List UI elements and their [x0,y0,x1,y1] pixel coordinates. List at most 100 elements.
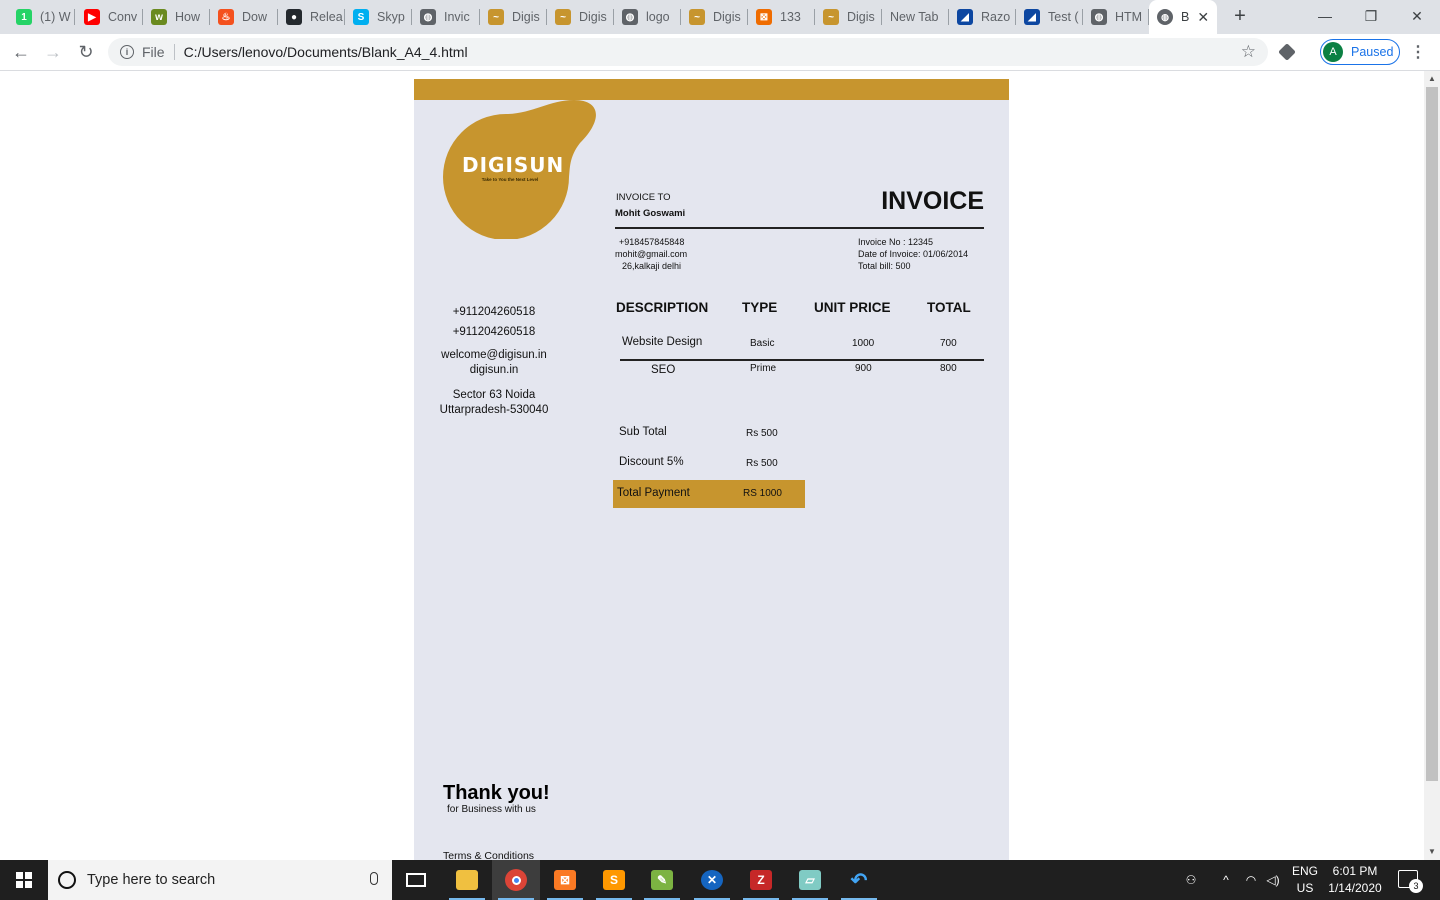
tab-title: logo [646,10,670,24]
taskbar-file-explorer[interactable] [443,860,491,900]
tab-10[interactable]: ~ Digis [681,0,748,34]
logo-tagline: Take to You the Next Level [481,177,539,182]
tab-separator [680,9,681,25]
tab-15[interactable]: ◢ Test ( [1016,0,1083,34]
total-payment-value: RS 1000 [743,488,782,499]
customer-phone: +918457845848 [619,237,685,247]
task-view-button[interactable] [392,860,440,900]
taskbar-notepad[interactable]: ✎ [638,860,686,900]
tab-11[interactable]: ⊠ 133 [748,0,815,34]
tab-title: Skyp [377,10,405,24]
taskbar-chrome[interactable] [492,860,540,900]
taskbar-search[interactable]: Type here to search [48,860,392,900]
language-indicator[interactable]: ENG US [1290,863,1320,897]
show-hidden-icons[interactable]: ^ [1216,860,1236,900]
tab-separator [814,9,815,25]
scroll-up-icon[interactable]: ▲ [1424,71,1440,87]
company-address-line2: Uttarpradesh-530040 [439,404,549,416]
taskbar-filezilla[interactable]: Z [737,860,785,900]
customer-name: Mohit Goswami [615,208,686,219]
vertical-scrollbar[interactable]: ▲ ▼ [1424,71,1440,860]
tab-3[interactable]: ♨ Dow [210,0,278,34]
tab-4[interactable]: ● Relea [278,0,345,34]
tab-separator [479,9,480,25]
tab-favicon-icon: ◍ [1091,9,1107,25]
profile-button[interactable]: A Paused [1320,39,1400,65]
microphone-icon[interactable] [370,872,378,885]
windows-taskbar: Type here to search ⊠ S ✎ ✕ Z ▱ ↶ ⚇ ^ ◠ … [0,860,1440,900]
tab-0[interactable]: 1 (1) W [8,0,75,34]
notification-count: 3 [1409,879,1423,893]
tab-separator [277,9,278,25]
taskbar-xampp[interactable]: ⊠ [541,860,589,900]
row1-total: 700 [940,338,957,349]
tab-13[interactable]: New Tab [882,0,949,34]
people-icon[interactable]: ⚇ [1178,860,1204,900]
tab-1[interactable]: ▶ Conv [76,0,143,34]
tab-12[interactable]: ~ Digis [815,0,882,34]
menu-icon[interactable]: ⋮ [1410,42,1426,62]
address-scheme: File [142,44,165,60]
scrollbar-thumb[interactable] [1426,87,1438,781]
invoice-date: Date of Invoice: 01/06/2014 [858,249,969,259]
tab-favicon-icon: ● [286,9,302,25]
wifi-icon[interactable]: ◠ [1240,860,1262,900]
avatar: A [1323,42,1343,62]
tab-2[interactable]: w How [143,0,210,34]
start-button[interactable] [0,860,48,900]
scroll-down-icon[interactable]: ▼ [1424,844,1440,860]
volume-icon[interactable]: ◁) [1262,860,1284,900]
tab-16[interactable]: ◍ HTM [1083,0,1149,34]
table-header-unit-price: UNIT PRICE [814,300,891,315]
back-button[interactable]: ← [8,39,34,65]
taskbar-app[interactable]: ▱ [786,860,834,900]
company-address-line1: Sector 63 Noida [452,389,536,401]
notification-icon[interactable]: 3 [1398,870,1423,893]
tab-14[interactable]: ◢ Razo [949,0,1016,34]
page-viewport: DIGISUN Take to You the Next Level INVOI… [0,71,1424,860]
sub-total-label: Sub Total [619,426,667,438]
tab-8[interactable]: ~ Digis [547,0,614,34]
language-code: ENG [1291,864,1318,878]
close-tab-icon[interactable]: ✕ [1197,9,1209,26]
table-header-description: DESCRIPTION [616,300,709,315]
bookmark-star-icon[interactable]: ☆ [1241,42,1256,62]
taskbar-app-2[interactable]: ↶ [835,860,883,900]
tab-title: Digis [847,10,875,24]
clock[interactable]: 6:01 PM 1/14/2020 [1322,863,1388,897]
taskbar-sublime[interactable]: S [590,860,638,900]
address-bar[interactable]: i File C:/Users/lenovo/Documents/Blank_A… [108,38,1268,66]
tab-title: HTM [1115,10,1143,24]
xampp-control-icon: ✕ [701,870,723,890]
tab-title: Conv [108,10,138,24]
tab-7[interactable]: ~ Digis [480,0,547,34]
forward-button[interactable]: → [40,39,66,65]
tab-9[interactable]: ◍ logo [614,0,681,34]
tab-separator [344,9,345,25]
tab-separator [881,9,882,25]
tab-favicon-icon: ~ [823,9,839,25]
new-tab-button[interactable]: + [1228,4,1252,28]
tab-active[interactable]: ◍ B ✕ [1149,0,1217,34]
clock-time: 6:01 PM [1332,864,1378,878]
url-text[interactable]: C:/Users/lenovo/Documents/Blank_A4_4.htm… [184,44,468,60]
tab-5[interactable]: S Skyp [345,0,412,34]
info-icon[interactable]: i [120,45,134,59]
maximize-button[interactable]: ❐ [1348,0,1394,32]
chrome-icon [505,869,527,891]
browser-toolbar: ← → ↻ i File C:/Users/lenovo/Documents/B… [0,34,1440,71]
tab-title: How [175,10,201,24]
tab-6[interactable]: ◍ Invic [412,0,480,34]
tab-separator [142,9,143,25]
row1-description: Website Design [622,336,703,348]
reload-button[interactable]: ↻ [73,39,99,65]
table-header-total: TOTAL [927,300,971,315]
minimize-button[interactable]: — [1302,0,1348,32]
company-phone-2: +911204260518 [452,326,536,338]
terms-heading: Terms & Conditions [443,850,535,860]
extension-icon[interactable] [1278,43,1296,61]
row-divider [620,359,984,361]
taskbar-xampp-control[interactable]: ✕ [688,860,736,900]
close-window-button[interactable]: ✕ [1394,0,1440,32]
total-payment-label: Total Payment [617,487,690,499]
